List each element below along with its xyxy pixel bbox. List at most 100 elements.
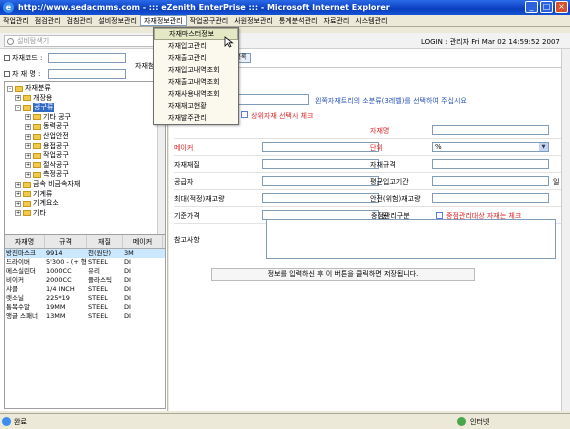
maker-input[interactable] <box>262 142 379 152</box>
name-input[interactable] <box>432 125 549 135</box>
tree-node[interactable]: + 기타 공구 <box>25 113 71 122</box>
unit-select[interactable]: % ▼ <box>432 142 549 152</box>
maker-label: 메이커 <box>174 144 194 152</box>
expand-icon[interactable]: + <box>25 114 31 121</box>
filter-code-row: 자재코드 : <box>4 52 126 64</box>
menu-work[interactable]: 작업관리 <box>0 15 32 26</box>
expand-icon[interactable]: + <box>25 133 31 140</box>
col-name[interactable]: 자재명 <box>5 235 45 248</box>
search-box[interactable]: 설비탐색기 <box>4 35 154 47</box>
folder-icon <box>33 114 41 121</box>
menu-data[interactable]: 자료관리 <box>321 15 353 26</box>
expand-icon[interactable]: + <box>25 162 31 169</box>
col-maker[interactable]: 메이커 <box>123 235 163 248</box>
memo-label: 참고사항 <box>174 236 200 244</box>
menu-item-stock-out-history[interactable]: 자재출고내역조회 <box>154 76 238 88</box>
table-cell: STEEL <box>88 285 108 293</box>
col-material[interactable]: 재질 <box>87 235 123 248</box>
expand-icon[interactable]: + <box>15 181 21 188</box>
tree-node-label: 기계류 <box>33 189 53 198</box>
tree-node[interactable]: + 작업공구 <box>25 151 69 160</box>
filter-code-input[interactable] <box>48 53 126 63</box>
tree-node[interactable]: - 자재분류 <box>7 84 51 93</box>
parent-checkbox[interactable] <box>241 111 248 118</box>
tree-node-label: 기계요소 <box>33 199 59 208</box>
expand-icon[interactable]: + <box>25 123 31 130</box>
table-cell: 드라이버 <box>6 258 30 266</box>
spec-input[interactable] <box>432 159 549 169</box>
table-cell: 샤클 <box>6 285 18 293</box>
menu-item-stock-in-history[interactable]: 자재입고내역조회 <box>154 64 238 76</box>
table-cell: DI <box>124 312 131 320</box>
close-button[interactable]: × <box>555 1 568 13</box>
collapse-icon[interactable]: - <box>7 85 13 92</box>
material-label: 자재재질 <box>174 161 200 169</box>
menu-statistics[interactable]: 통계분석관리 <box>276 15 321 26</box>
cursor-icon <box>224 36 234 48</box>
col-spec[interactable]: 규격 <box>45 235 87 248</box>
tree-node[interactable]: + 금속 비금속자재 <box>15 180 80 189</box>
supplier-input[interactable] <box>262 176 379 186</box>
table-row[interactable]: 샤클 1/4 INCH STEEL DI <box>5 285 165 294</box>
table-row[interactable]: 메스실린더 1000CC 유리 DI <box>5 267 165 276</box>
expand-icon[interactable]: + <box>25 143 31 150</box>
status-text: 완료 <box>14 418 27 426</box>
collapse-icon[interactable]: - <box>15 104 21 111</box>
table-row[interactable]: 비이커 2000CC 플라스틱 DI <box>5 276 165 285</box>
menu-metering[interactable]: 검침관리 <box>64 15 96 26</box>
safe-stock-label: 안전(위험)재고량 <box>370 195 421 203</box>
tree-node[interactable]: + 산업안전 <box>25 132 69 141</box>
expand-icon[interactable]: + <box>15 95 21 102</box>
table-row[interactable]: 드라이버 5'300 - (+ 형) STEEL DI <box>5 258 165 267</box>
table-cell: 플라스틱 <box>88 276 112 284</box>
filter-name-input[interactable] <box>48 69 126 79</box>
max-stock-input[interactable] <box>262 193 379 203</box>
tree-node[interactable]: + 절삭공구 <box>25 161 69 170</box>
table-cell: STEEL <box>88 303 108 311</box>
save-info-button[interactable]: 정보를 입력하신 후 이 버튼을 클릭하면 저장됩니다. <box>211 268 475 281</box>
statusbar: 완료 인터넷 <box>0 413 570 429</box>
expand-icon[interactable]: + <box>25 152 31 159</box>
table-cell: DI <box>124 258 131 266</box>
tree-node[interactable]: + 용접공구 <box>25 142 69 151</box>
menu-inspection[interactable]: 점검관리 <box>32 15 64 26</box>
grid-body: 방진마스크 9914 천(원단) 3M 드라이버 5'300 - (+ 형) STEEL DI… <box>5 249 165 321</box>
folder-icon <box>33 162 41 169</box>
expand-icon[interactable]: + <box>25 171 31 178</box>
lead-time-input[interactable] <box>432 176 549 186</box>
max-stock-label: 최대(적정)재고량 <box>174 195 225 203</box>
menu-item-inventory[interactable]: 자재재고현황 <box>154 100 238 112</box>
table-row[interactable]: 앵글 스패너 13MM STEEL DI <box>5 312 165 321</box>
chevron-down-icon[interactable]: ▼ <box>539 143 548 151</box>
menu-item-purchase-order[interactable]: 자재발주관리 <box>154 112 238 124</box>
menu-tools[interactable]: 작업공구관리 <box>187 15 232 26</box>
menu-item-usage-history[interactable]: 자재사용내역조회 <box>154 88 238 100</box>
menu-material[interactable]: 자재정보관리 <box>139 15 187 26</box>
tree-node[interactable]: - 공구류 <box>15 103 55 113</box>
tree-node[interactable]: + 기계류 <box>15 190 52 199</box>
tree-node[interactable]: + 측정공구 <box>25 170 69 179</box>
table-row[interactable]: 렛소닐 225*19 STEEL DI <box>5 294 165 303</box>
material-input[interactable] <box>262 159 379 169</box>
expand-icon[interactable]: + <box>15 200 21 207</box>
menu-equipment[interactable]: 설비정보관리 <box>95 15 140 26</box>
tree-node[interactable]: + 개장용 <box>15 94 52 103</box>
menu-item-stock-out[interactable]: 자재출고관리 <box>154 52 238 64</box>
tree-node[interactable]: + 기계요소 <box>15 199 59 208</box>
memo-textarea[interactable] <box>266 219 556 259</box>
menu-system[interactable]: 시스템관리 <box>352 15 390 26</box>
tree-node[interactable]: + 기타 <box>15 209 46 218</box>
minimize-button[interactable]: _ <box>525 1 538 13</box>
name-label: 자재명 <box>370 127 390 135</box>
table-row[interactable]: 방진마스크 9914 천(원단) 3M <box>5 249 165 258</box>
maximize-button[interactable]: □ <box>540 1 553 13</box>
safe-stock-input[interactable] <box>432 193 549 203</box>
table-row[interactable]: 통복수알 19MM STEEL DI <box>5 303 165 312</box>
important-checkbox[interactable] <box>436 212 443 219</box>
expand-icon[interactable]: + <box>15 191 21 198</box>
menu-employee[interactable]: 사원정보관리 <box>231 15 276 26</box>
expand-icon[interactable]: + <box>15 210 21 217</box>
table-cell: DI <box>124 294 131 302</box>
tree-node[interactable]: + 동력공구 <box>25 122 69 131</box>
main-scrollbar[interactable] <box>561 49 570 411</box>
